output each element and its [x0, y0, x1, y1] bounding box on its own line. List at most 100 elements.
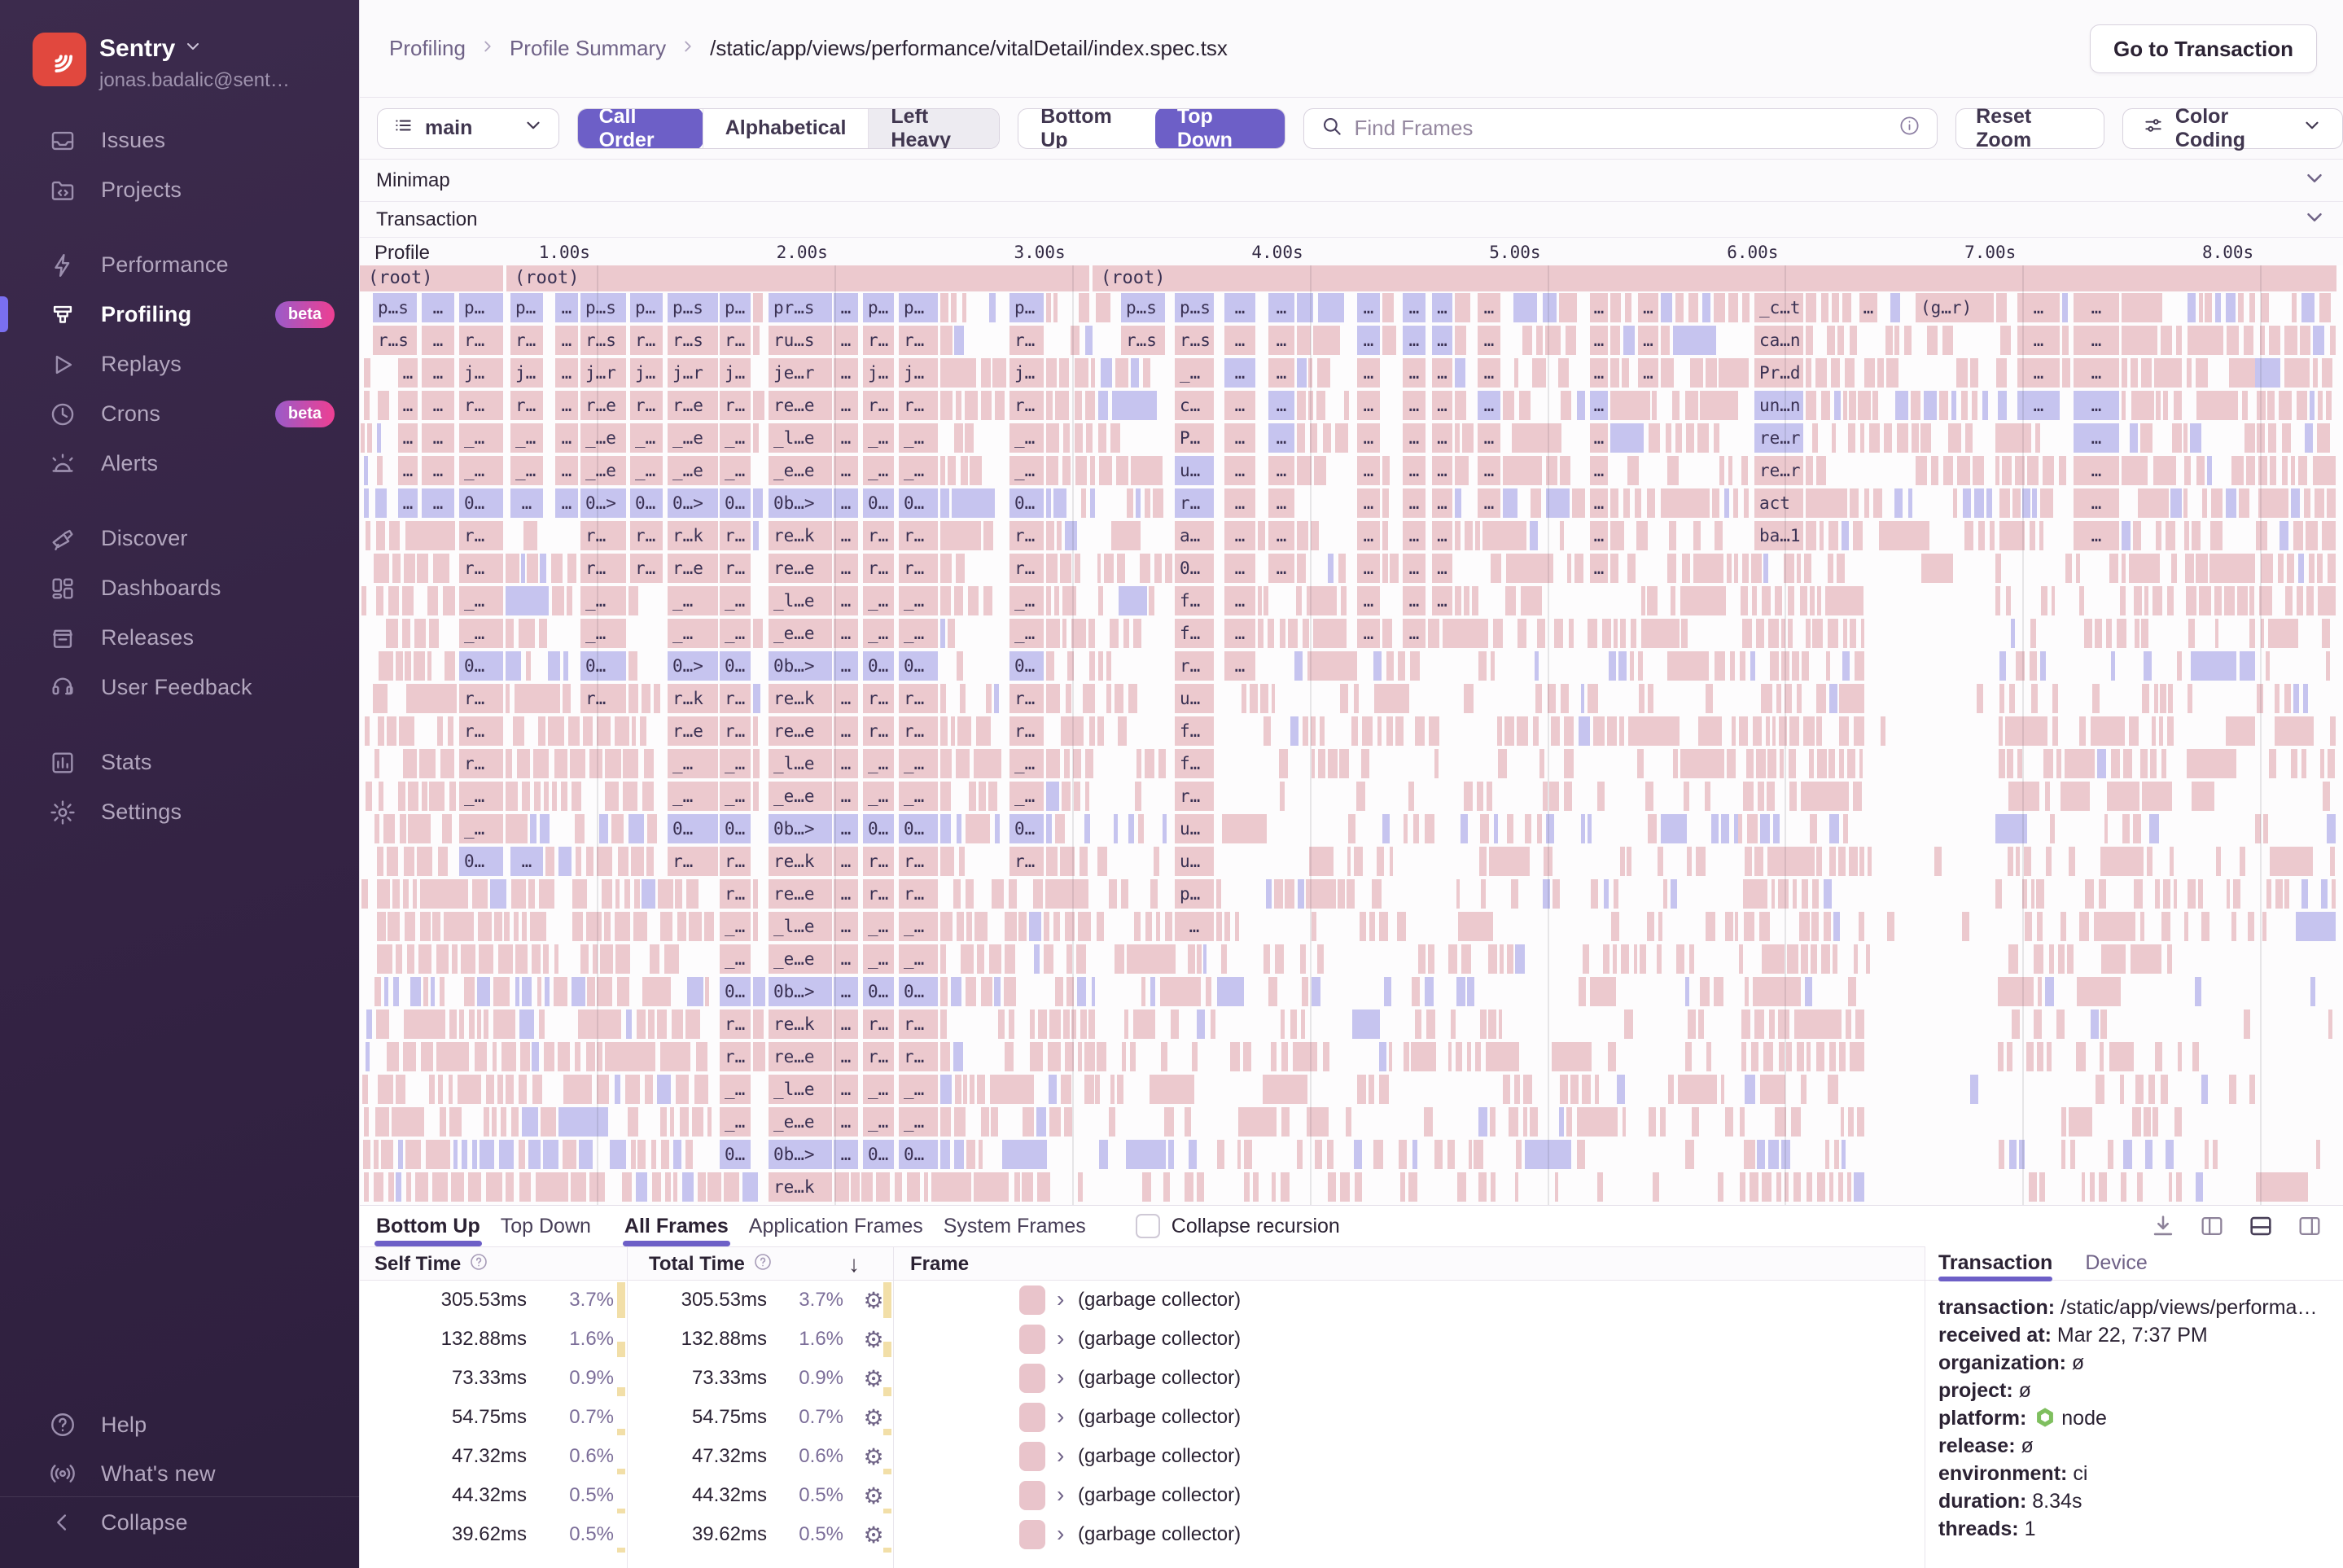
flame-frame[interactable]: 0… — [580, 651, 626, 681]
flame-frame[interactable]: … — [398, 423, 418, 453]
flame-frame[interactable]: … — [834, 423, 858, 453]
flame-frame[interactable]: _… — [899, 456, 938, 485]
flame-frame[interactable]: r…k — [668, 684, 718, 713]
sidebar-item-discover[interactable]: Discover — [0, 514, 359, 563]
flame-frame[interactable]: j… — [1009, 358, 1044, 388]
flame-frame[interactable]: … — [834, 749, 858, 778]
flame-frame[interactable]: 0… — [1009, 814, 1044, 843]
tab-alphabetical[interactable]: Alphabetical — [702, 108, 869, 148]
flame-frame[interactable]: … — [398, 358, 418, 388]
flame-frame[interactable]: _… — [1009, 456, 1044, 485]
flame-frame[interactable]: j… — [510, 358, 543, 388]
download-icon[interactable] — [2149, 1212, 2177, 1240]
flame-frame[interactable]: r… — [720, 684, 751, 713]
flame-frame[interactable]: j… — [899, 358, 938, 388]
flame-frame[interactable]: … — [555, 358, 578, 388]
flame-frame[interactable]: … — [422, 293, 454, 322]
flame-frame[interactable]: … — [1590, 521, 1608, 550]
sidebar-item-performance[interactable]: Performance — [0, 240, 359, 290]
flame-frame[interactable]: _… — [1009, 782, 1044, 811]
flame-frame[interactable]: r… — [459, 716, 503, 746]
flame-frame[interactable]: … — [398, 488, 418, 518]
flame-frame[interactable]: _… — [863, 586, 894, 615]
flame-frame[interactable]: … — [1432, 488, 1452, 518]
gear-icon[interactable]: ⚙ — [858, 1437, 889, 1476]
flame-frame[interactable]: r… — [510, 391, 543, 420]
flame-frame[interactable]: _… — [630, 423, 663, 453]
flame-frame[interactable]: … — [834, 326, 858, 355]
flame-frame[interactable]: _… — [459, 619, 503, 648]
flame-frame[interactable]: r… — [720, 716, 751, 746]
flame-frame[interactable]: … — [1403, 293, 1426, 322]
flame-frame-root[interactable]: (root) — [1093, 265, 2336, 291]
flame-frame[interactable]: _l…e — [769, 586, 832, 615]
sidebar-item-releases[interactable]: Releases — [0, 613, 359, 663]
flame-frame[interactable]: r… — [668, 847, 718, 876]
flame-frame[interactable]: _… — [510, 423, 543, 453]
flame-frame[interactable]: 0… — [863, 814, 894, 843]
flame-frame[interactable]: _… — [720, 749, 751, 778]
reset-zoom-button[interactable]: Reset Zoom — [1955, 105, 2104, 151]
flame-frame[interactable]: _… — [459, 456, 503, 485]
sidebar-item-what-s-new[interactable]: What's new — [0, 1449, 359, 1498]
flame-frame[interactable]: … — [834, 879, 858, 909]
flame-frame[interactable]: r… — [720, 391, 751, 420]
flame-frame[interactable]: 0… — [720, 1140, 751, 1169]
flame-frame[interactable]: 0… — [863, 1140, 894, 1169]
flame-frame[interactable]: … — [1175, 912, 1214, 941]
flame-frame[interactable]: p… — [1175, 879, 1214, 909]
flame-frame[interactable]: p… — [1009, 293, 1044, 322]
flame-frame[interactable]: 0… — [863, 651, 894, 681]
flame-frame[interactable]: re…k — [769, 1010, 832, 1039]
table-row[interactable]: 54.75ms 0.7% 54.75ms 0.7% ⚙ › (garbage collect… — [360, 1398, 1925, 1437]
flame-frame[interactable]: … — [1403, 326, 1426, 355]
sidebar-item-alerts[interactable]: Alerts — [0, 439, 359, 488]
flame-frame[interactable]: 0… — [459, 847, 503, 876]
flame-frame[interactable]: … — [1590, 423, 1608, 453]
expand-chevron-icon[interactable]: › — [1057, 1476, 1064, 1515]
flame-frame[interactable]: p… — [510, 293, 543, 322]
flame-frame[interactable]: … — [555, 456, 578, 485]
flame-frame[interactable]: r… — [863, 1010, 894, 1039]
flame-frame[interactable]: u… — [1175, 814, 1214, 843]
flame-frame[interactable]: … — [1224, 586, 1255, 615]
flame-frame[interactable]: … — [2017, 293, 2060, 322]
flame-frame[interactable]: _… — [459, 586, 503, 615]
flame-frame[interactable]: … — [422, 488, 454, 518]
flame-frame[interactable]: r… — [863, 716, 894, 746]
tab-system-frames[interactable]: System Frames — [942, 1206, 1088, 1246]
flame-frame[interactable]: p…s — [373, 293, 417, 322]
flame-frame[interactable]: _… — [510, 456, 543, 485]
flame-frame[interactable]: … — [1432, 456, 1452, 485]
flame-frame[interactable]: re…k — [769, 521, 832, 550]
flame-frame[interactable]: c… — [1175, 391, 1214, 420]
flame-frame[interactable]: … — [1403, 554, 1426, 583]
flame-frame[interactable]: … — [422, 391, 454, 420]
flame-frame[interactable]: _… — [720, 944, 751, 974]
flame-frame[interactable]: … — [398, 456, 418, 485]
flame-frame[interactable]: … — [1403, 619, 1426, 648]
flame-frame[interactable]: re…e — [769, 879, 832, 909]
flame-frame[interactable]: ru…s — [769, 326, 832, 355]
column-header-self-time[interactable]: Self Time — [374, 1247, 488, 1281]
flame-frame[interactable]: 0… — [899, 651, 938, 681]
flame-frame[interactable]: re…k — [769, 847, 832, 876]
flame-frame[interactable]: … — [1590, 554, 1608, 583]
flame-frame[interactable]: _… — [1009, 586, 1044, 615]
flame-frame[interactable]: _… — [1009, 619, 1044, 648]
flame-frame[interactable]: r…e — [580, 391, 626, 420]
flame-frame[interactable]: … — [834, 847, 858, 876]
flame-frame[interactable]: r… — [580, 684, 626, 713]
flame-frame[interactable]: 0… — [863, 977, 894, 1006]
flame-frame[interactable]: … — [1268, 358, 1294, 388]
flame-frame[interactable]: _e…e — [769, 456, 832, 485]
flame-frame[interactable]: _…e — [668, 456, 718, 485]
flame-frame[interactable]: 0… — [899, 1140, 938, 1169]
flame-frame[interactable]: … — [555, 423, 578, 453]
flame-frame[interactable]: … — [2074, 488, 2119, 518]
sidebar-item-projects[interactable]: Projects — [0, 165, 359, 215]
tab-call-order[interactable]: Call Order — [577, 108, 703, 148]
flame-frame[interactable]: p… — [899, 293, 938, 322]
flame-frame[interactable]: r… — [459, 326, 503, 355]
flame-frame[interactable]: … — [1478, 326, 1500, 355]
